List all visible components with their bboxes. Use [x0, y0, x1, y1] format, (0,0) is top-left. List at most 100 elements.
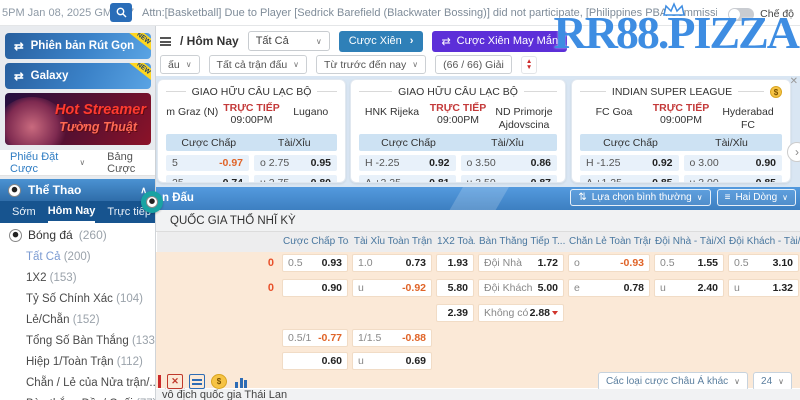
odds-cell[interactable]: Đội Nhà1.72: [478, 254, 564, 272]
chevron-down-icon: ∨: [412, 60, 418, 69]
sidebar-item-total-goals[interactable]: Tổng Số Bàn Thắng (133): [0, 331, 155, 352]
item-count: (153): [50, 272, 77, 284]
sidebar-item-correct-score[interactable]: Tỷ Số Chính Xác (104): [0, 289, 155, 310]
odds-cell[interactable]: 5.80: [436, 279, 474, 297]
sidebar-item-odd-even[interactable]: Lẻ/Chẵn (152): [0, 310, 155, 331]
filter-dropdown-all-matches[interactable]: Tất cả trận đấu ∨: [209, 55, 307, 74]
filter-dropdown-time-range[interactable]: Từ trước đến nay ∨: [316, 55, 426, 74]
bet-slip-label: Phiếu Đặt Cược: [10, 151, 75, 175]
under-odds-cell[interactable]: u 2.750.80: [254, 175, 337, 183]
odds-cell[interactable]: Không có2.88: [478, 304, 564, 322]
odds-cell[interactable]: e0.78: [568, 279, 650, 297]
version-switch-button[interactable]: ⇄ Phiên bản Rút Gọn NEW: [5, 33, 151, 59]
sidebar-item-football[interactable]: Bóng đá (260): [0, 223, 155, 247]
odds-cell[interactable]: u-0.92: [352, 279, 432, 297]
under-odds-cell[interactable]: u 3.500.87: [461, 175, 558, 183]
odds-cell[interactable]: 0.90: [282, 279, 348, 297]
odds-header-band: Cược Chấp Tài/Xỉu: [166, 134, 337, 151]
over-odds-cell[interactable]: o 3.500.86: [461, 155, 558, 171]
odds-cell[interactable]: 0.50.93: [282, 254, 348, 272]
search-button[interactable]: [110, 3, 132, 22]
bar-chart-icon[interactable]: [233, 374, 249, 389]
league-count-box[interactable]: (66 / 66) Giải: [435, 55, 512, 74]
rows-view-icon[interactable]: [189, 374, 205, 389]
divider: [359, 91, 392, 92]
handicap-odds-cell[interactable]: H -1.250.92: [580, 155, 679, 171]
odds-cell[interactable]: u1.32: [728, 279, 799, 297]
odds-cell[interactable]: u2.40: [654, 279, 724, 297]
odds-value: 0.85: [756, 177, 776, 183]
odds-value: 1.93: [448, 257, 468, 269]
all-filter-dropdown[interactable]: Tất Cả ∨: [248, 31, 330, 51]
lucky-parlay-button[interactable]: ⇄ Cược Xiên May Mắn: [432, 31, 567, 52]
odds-cell[interactable]: u0.69: [352, 352, 432, 370]
new-badge: NEW: [125, 63, 151, 84]
odds-value: 1.32: [773, 282, 793, 294]
galaxy-switch-button[interactable]: ⇄ Galaxy NEW: [5, 63, 151, 89]
odds-cell[interactable]: 1/1.5-0.88: [352, 329, 432, 347]
soccer-ball-icon: [9, 229, 22, 242]
menu-icon[interactable]: [160, 37, 171, 46]
sidebar-item-all[interactable]: Tất Cả (200): [0, 247, 155, 268]
odds-cell[interactable]: 1.00.73: [352, 254, 432, 272]
breadcrumb: / Hôm Nay: [180, 34, 239, 48]
odds-label: u 3.00: [690, 177, 719, 183]
odds-cell[interactable]: 0.5/1-0.77: [282, 329, 348, 347]
odds-cell[interactable]: 0.60: [282, 352, 348, 370]
odds-cell[interactable]: 0.51.55: [654, 254, 724, 272]
chevron-down-icon: ∨: [186, 60, 192, 69]
parlay-button[interactable]: Cược Xiên ›: [339, 31, 424, 52]
odds-cell[interactable]: 1.93: [436, 254, 474, 272]
live-time: TRỰC TIẾP 09:00PM: [219, 102, 285, 126]
page-count-value: 24: [761, 376, 772, 387]
galaxy-switch-label: Galaxy: [31, 70, 69, 82]
handicap-odds-cell[interactable]: 5-0.97: [166, 155, 249, 171]
column-header-home-ou: Đội Nhà - Tài/Xỉu: [655, 236, 725, 247]
close-icon[interactable]: ✕: [790, 76, 798, 87]
odds-value: -0.93: [620, 257, 644, 269]
sort-icon[interactable]: ▲ ▼: [521, 56, 537, 74]
tab-bet-slip[interactable]: Phiếu Đặt Cược ∨: [10, 151, 85, 175]
handicap-odds-cell[interactable]: 250.74: [166, 175, 249, 183]
item-label: Tỷ Số Chính Xác: [26, 293, 113, 305]
stats-grid-icon[interactable]: ✕: [167, 374, 183, 389]
item-count: (112): [117, 356, 143, 368]
odds-cell[interactable]: Đội Khách5.00: [478, 279, 564, 297]
odds-label: Không có: [484, 307, 528, 319]
teams-row: m Graz (N) TRỰC TIẾP 09:00PM Lugano: [166, 102, 337, 134]
coin-icon[interactable]: $: [211, 374, 227, 389]
tab-today[interactable]: Hôm Nay: [48, 202, 96, 223]
chevron-down-icon: ∨: [782, 193, 788, 202]
over-odds-cell[interactable]: o 3.000.90: [684, 155, 783, 171]
sidebar-item-first-last-goal[interactable]: Bàn thắng Đầu/ Cuối (77): [0, 394, 155, 400]
odds-cell[interactable]: 0.53.10: [728, 254, 799, 272]
over-odds-cell[interactable]: o 2.750.95: [254, 155, 337, 171]
brand-logo: RR88.PIZZA: [553, 10, 798, 56]
promo-banner[interactable]: Hot Streamer Tường Thuật: [5, 93, 151, 145]
drop-indicator-icon: [552, 311, 558, 315]
odds-cell[interactable]: 2.39: [436, 304, 474, 322]
carousel-next-button[interactable]: ›: [787, 142, 800, 162]
tab-bet-board[interactable]: Bảng Cược: [107, 151, 155, 175]
odds-label: A +1.25: [586, 177, 622, 183]
under-odds-cell[interactable]: u 3.00 0.85: [684, 175, 783, 183]
sidebar-item-1x2[interactable]: 1X2 (153): [0, 268, 155, 289]
two-lines-button[interactable]: ≡ Hai Dòng ∨: [717, 189, 796, 206]
handicap-odds-cell[interactable]: A +2.250.81: [359, 175, 456, 183]
sidebar-item-ht-ft[interactable]: Hiệp 1/Toàn Trận (112): [0, 352, 155, 373]
match-card: INDIAN SUPER LEAGUE $ FC Goa TRỰC TIẾP 0…: [571, 79, 791, 183]
filter-dropdown-1[interactable]: ấu ∨: [160, 55, 200, 74]
normal-select-button[interactable]: ⇅ Lựa chọn bình thường ∨: [570, 189, 710, 206]
swap-icon: ⇄: [14, 39, 24, 53]
handicap-odds-cell[interactable]: H -2.250.92: [359, 155, 456, 171]
tab-early[interactable]: Sớm: [12, 203, 36, 222]
handicap-odds-cell[interactable]: A +1.250.85: [580, 175, 679, 183]
floating-soccer-button[interactable]: [141, 191, 163, 213]
sports-section-header[interactable]: Thể Thao ∧: [0, 179, 155, 201]
item-label: Hiệp 1/Toàn Trận: [26, 356, 114, 368]
odds-label: 1.0: [358, 257, 373, 269]
sidebar-item-half-odd-even[interactable]: Chẵn / Lẻ của Nửa trận/... (111): [0, 373, 155, 394]
column-header-away-ou: Đội Khách - Tài/Xỉu: [729, 236, 800, 247]
odds-cell[interactable]: o-0.93: [568, 254, 650, 272]
card-league-title: GIAO HỮU CÂU LẠC BỘ: [166, 84, 337, 99]
